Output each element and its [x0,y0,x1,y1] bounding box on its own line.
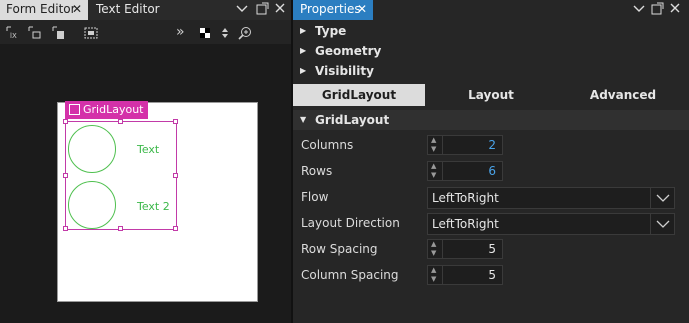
grid-layout-badge[interactable]: GridLayout [65,101,149,119]
form-editor-pane: Form Editor ✕ Text Editor lX » GridLayou… [0,0,291,323]
resize-handle[interactable] [173,226,178,231]
section-gridlayout[interactable]: ▼ GridLayout [293,110,689,130]
columns-spinbox[interactable]: ▲ ▼ 2 [427,135,503,155]
flow-label: Flow [301,190,329,204]
close-icon[interactable]: ✕ [357,0,367,19]
toolbar-overflow-icon[interactable]: » [176,24,190,40]
prop-row-layout-direction: Layout Direction LeftToRight [293,211,689,237]
svg-text:lX: lX [10,32,17,40]
form-root-item[interactable]: GridLayout Text Text 2 [57,101,258,302]
expand-arrow-icon: ▶ [300,66,307,75]
section-visibility-label: Visibility [315,64,374,78]
show-bounds-icon[interactable] [84,26,98,40]
tab-form-editor[interactable]: Form Editor ✕ [0,0,88,20]
section-geometry[interactable]: ▶ Geometry [293,41,689,61]
spin-arrows[interactable]: ▲ ▼ [428,136,443,154]
layout-direction-combobox[interactable]: LeftToRight [427,213,675,235]
grid-layout-selection[interactable]: Text Text 2 [63,119,178,231]
spin-up-icon[interactable]: ▲ [431,162,436,170]
spin-down-icon[interactable]: ▼ [431,145,436,153]
zoom-icon[interactable] [238,26,252,40]
float-window-icon[interactable] [651,2,664,18]
resize-handle[interactable] [173,119,178,124]
tab-properties[interactable]: Properties ✕ [293,0,373,20]
resize-handle[interactable] [118,119,123,124]
layout-direction-value: LeftToRight [432,217,499,231]
prop-row-rows: Rows ▲ ▼ 6 [293,159,689,185]
section-gridlayout-label: GridLayout [315,113,390,127]
layout-direction-label: Layout Direction [301,216,400,230]
spin-down-icon[interactable]: ▼ [431,171,436,179]
float-window-icon[interactable] [256,2,269,18]
properties-pane: Properties ✕ ▶ Type ▶ Geometry ▶ Visibil… [293,0,689,323]
column-spacing-value[interactable]: 5 [488,268,496,282]
collapse-arrow-icon: ▼ [300,115,307,124]
prop-row-row-spacing: Row Spacing ▲ ▼ 5 [293,237,689,263]
circle-item[interactable] [68,125,116,173]
row-spacing-value[interactable]: 5 [488,242,496,256]
chevron-down-icon[interactable] [236,2,248,17]
rows-spinbox[interactable]: ▲ ▼ 6 [427,161,503,181]
section-type[interactable]: ▶ Type [293,21,689,41]
tab-text-editor-label: Text Editor [96,2,160,16]
chevron-down-icon[interactable] [650,188,674,208]
close-icon[interactable] [669,2,681,17]
columns-label: Columns [301,138,354,152]
resize-handle[interactable] [63,173,68,178]
row-spacing-label: Row Spacing [301,242,378,256]
grid-layout-badge-label: GridLayout [83,103,144,116]
spin-arrows[interactable]: ▲ ▼ [428,266,443,284]
snap-to-anchors-icon[interactable] [28,26,42,40]
text-item[interactable]: Text 2 [137,200,170,213]
rows-value[interactable]: 6 [488,164,496,178]
columns-value[interactable]: 2 [488,138,496,152]
section-geometry-label: Geometry [315,44,382,58]
close-icon[interactable] [274,2,286,17]
flow-value: LeftToRight [432,191,499,205]
spin-arrows[interactable]: ▲ ▼ [428,162,443,180]
background-color-icon[interactable] [198,26,212,40]
row-spacing-spinbox[interactable]: ▲ ▼ 5 [427,239,503,259]
form-toolbar: lX » [0,22,291,44]
tab-gridlayout[interactable]: GridLayout [293,84,425,106]
tab-advanced[interactable]: Advanced [557,84,689,106]
close-icon[interactable]: ✕ [72,0,82,19]
editor-tabbar: Form Editor ✕ Text Editor [0,0,291,20]
text-item[interactable]: Text [137,143,159,156]
column-spacing-spinbox[interactable]: ▲ ▼ 5 [427,265,503,285]
section-type-label: Type [315,24,347,38]
spin-up-icon[interactable]: ▲ [431,240,436,248]
resize-handle[interactable] [173,173,178,178]
prop-row-columns: Columns ▲ ▼ 2 [293,133,689,159]
snap-to-grid-icon[interactable]: lX [6,26,20,40]
rows-label: Rows [301,164,333,178]
tab-properties-label: Properties [300,2,361,16]
property-subtabs: GridLayout Layout Advanced [293,84,689,106]
circle-item[interactable] [68,181,116,229]
resize-handle[interactable] [118,226,123,231]
form-canvas[interactable]: GridLayout Text Text 2 [0,44,291,323]
prop-row-flow: Flow LeftToRight [293,185,689,211]
tab-text-editor[interactable]: Text Editor [90,0,160,20]
spin-down-icon[interactable]: ▼ [431,249,436,257]
spin-down-icon[interactable]: ▼ [431,275,436,283]
expand-arrow-icon: ▶ [300,26,307,35]
prop-row-column-spacing: Column Spacing ▲ ▼ 5 [293,263,689,289]
expand-arrow-icon: ▶ [300,46,307,55]
tab-layout[interactable]: Layout [425,84,557,106]
spin-up-icon[interactable]: ▲ [431,266,436,274]
spin-arrows[interactable]: ▲ ▼ [428,240,443,258]
section-visibility[interactable]: ▶ Visibility [293,61,689,81]
snap-margins-icon[interactable] [52,26,66,40]
spin-up-icon[interactable]: ▲ [431,136,436,144]
tab-form-editor-label: Form Editor [6,2,76,16]
layout-icon [69,104,80,115]
flow-combobox[interactable]: LeftToRight [427,187,675,209]
column-spacing-label: Column Spacing [301,268,399,282]
sort-arrows-icon[interactable] [218,26,232,40]
resize-handle[interactable] [63,226,68,231]
chevron-down-icon[interactable] [633,2,645,17]
resize-handle[interactable] [63,119,68,124]
chevron-down-icon[interactable] [650,214,674,234]
